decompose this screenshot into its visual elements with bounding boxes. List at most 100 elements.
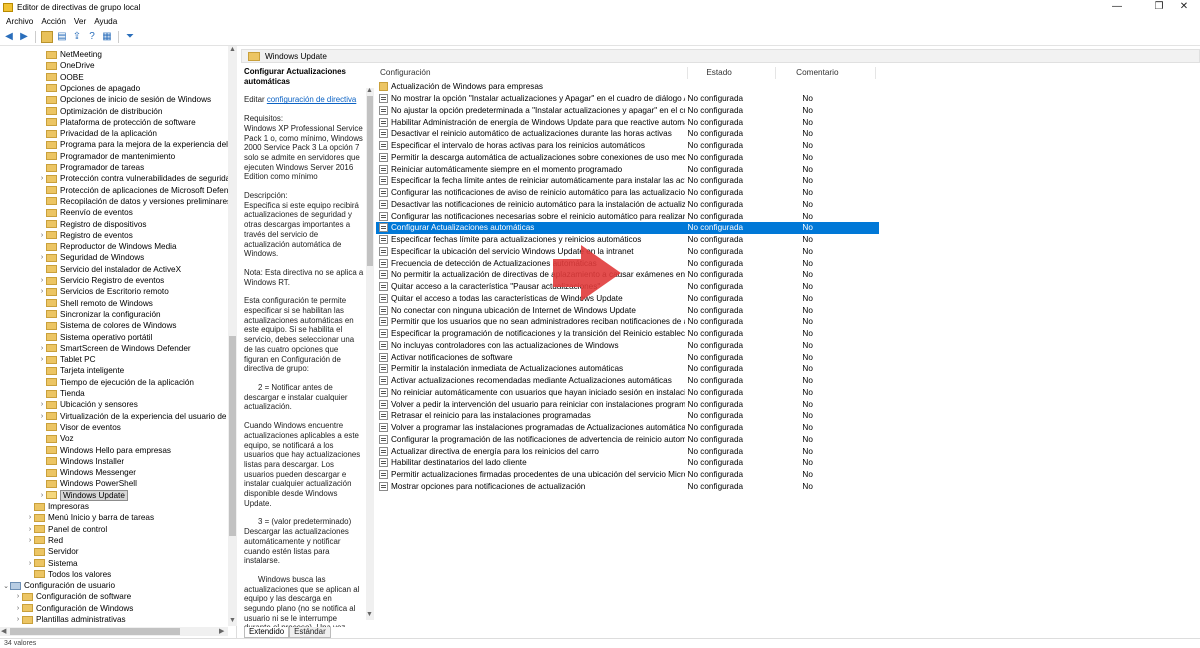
menu-ver[interactable]: Ver [74,17,86,26]
tree-node[interactable]: Shell remoto de Windows [38,298,153,309]
policy-row[interactable]: No reiniciar automáticamente con usuario… [376,387,879,399]
tree-node[interactable]: Servicio del instalador de ActiveX [38,264,181,275]
policy-row[interactable]: Retrasar el reinicio para las instalacio… [376,410,879,422]
tree-node[interactable]: › Servicios de Escritorio remoto [38,286,169,297]
tree-node[interactable]: Reenvío de eventos [38,207,133,218]
tree-node[interactable]: Tarjeta inteligente [38,365,124,376]
tree-node[interactable]: › Windows Update [38,489,128,501]
expand-arrow-icon[interactable]: › [38,345,46,352]
expand-arrow-icon[interactable]: › [14,605,22,612]
filter-icon[interactable]: ⏷ [124,31,136,43]
scroll-right-icon[interactable]: ▶ [219,627,224,635]
expand-arrow-icon[interactable]: › [38,175,46,182]
policy-row[interactable]: Permitir la instalación inmediata de Act… [376,363,879,375]
policy-row[interactable]: Habilitar Administración de energía de W… [376,116,879,128]
tree-node[interactable]: › SmartScreen de Windows Defender [38,343,191,354]
tree-node[interactable]: Plataforma de protección de software [38,117,196,128]
menu-accion[interactable]: Acción [41,17,66,26]
tree-node[interactable]: Registro de dispositivos [38,219,146,230]
expand-arrow-icon[interactable]: › [14,616,22,623]
policy-row[interactable]: Especificar fechas límite para actualiza… [376,234,879,246]
policy-row[interactable]: Volver a pedir la intervención del usuar… [376,398,879,410]
expand-arrow-icon[interactable]: › [38,401,46,408]
policy-row[interactable]: No conectar con ninguna ubicación de Int… [376,304,879,316]
tree-node[interactable]: Programador de mantenimiento [38,151,175,162]
policy-row[interactable]: Quitar el acceso a todas las característ… [376,293,879,305]
scroll-left-icon[interactable]: ◀ [1,627,6,635]
tree-node[interactable]: › Panel de control [26,524,107,535]
policy-row[interactable]: Quitar acceso a la característica "Pausa… [376,281,879,293]
collapse-arrow-icon[interactable]: ⌄ [2,582,10,590]
policy-row[interactable]: Configurar las notificaciones de aviso d… [376,187,879,199]
policy-row[interactable]: No mostrar la opción "Instalar actualiza… [376,93,879,105]
expand-arrow-icon[interactable]: › [26,560,34,567]
policy-row[interactable]: No ajustar la opción predeterminada a "I… [376,105,879,117]
tab-estandar[interactable]: Estándar [289,627,331,638]
tree-node[interactable]: OneDrive [38,60,95,71]
policy-row[interactable]: Permitir la descarga automática de actua… [376,152,879,164]
tree-horizontal-scrollbar[interactable]: ◀ ▶ [0,627,228,636]
policy-row[interactable]: Desactivar el reinicio automático de act… [376,128,879,140]
expand-arrow-icon[interactable]: › [26,514,34,521]
scroll-down-icon[interactable]: ▼ [366,611,373,618]
tree-node[interactable]: › Configuración de software [14,591,131,602]
scroll-up-icon[interactable]: ▲ [366,87,373,94]
tree-node[interactable]: Privacidad de la aplicación [38,128,157,139]
policy-row[interactable]: Activar actualizaciones recomendadas med… [376,375,879,387]
tree-node[interactable]: Windows Messenger [38,467,136,478]
expand-arrow-icon[interactable]: › [38,492,46,499]
scroll-up-icon[interactable]: ▲ [229,46,236,53]
policy-row[interactable]: Permitir actualizaciones firmadas proced… [376,469,879,481]
tree-node[interactable]: Voz [38,433,74,444]
tree-node[interactable]: › Servicio Registro de eventos [38,275,164,286]
tree-node[interactable]: NetMeeting [38,49,102,60]
tree-node[interactable]: › Virtualización de la experiencia del us… [38,411,236,422]
tree-node[interactable]: Sistema de colores de Windows [38,320,177,331]
tree-node[interactable]: Sistema operativo portátil [38,332,152,343]
expand-arrow-icon[interactable]: › [26,526,34,533]
policy-row[interactable]: Configurar Actualizaciones automáticas No… [376,222,879,234]
expand-arrow-icon[interactable]: › [38,288,46,295]
tree-node[interactable]: Windows Hello para empresas [38,445,171,456]
policy-row[interactable]: Actualizar directiva de energía para los… [376,445,879,457]
folder-up-icon[interactable] [41,30,53,43]
expand-arrow-icon[interactable]: › [38,356,46,363]
tree-node[interactable]: › Configuración de Windows [14,603,134,614]
help-icon[interactable]: ? [86,31,98,43]
expand-arrow-icon[interactable]: › [38,254,46,261]
tab-extendido[interactable]: Extendido [244,627,290,638]
tree-node[interactable]: Opciones de inicio de sesión de Windows [38,94,211,105]
tree-node[interactable]: › Red [26,535,63,546]
expand-arrow-icon[interactable]: › [38,413,46,420]
policy-row[interactable]: Activar notificaciones de software No con… [376,351,879,363]
tree-node[interactable]: Programa para la mejora de la experienci… [38,139,236,150]
expand-arrow-icon[interactable]: › [14,593,22,600]
tree-node[interactable]: Opciones de apagado [38,83,140,94]
tree-node[interactable]: Optimización de distribución [38,106,162,117]
policy-row[interactable]: Desactivar las notificaciones de reinici… [376,199,879,211]
expand-arrow-icon[interactable]: › [38,277,46,284]
tree-node[interactable]: Tienda [38,388,85,399]
close-button[interactable]: ✕ [1168,0,1200,14]
policy-row[interactable]: Volver a programar las instalaciones pro… [376,422,879,434]
tree-node[interactable]: Visor de eventos [38,422,121,433]
tree-node[interactable]: › Menú Inicio y barra de tareas [26,512,154,523]
policy-row[interactable]: Habilitar destinatarios del lado cliente… [376,457,879,469]
tree-node[interactable]: Impresoras [26,501,89,512]
tree-node[interactable]: Recopilación de datos y versiones prelim… [38,196,231,207]
column-header-configuracion[interactable]: Configuración [376,67,689,79]
tree-node[interactable]: Servidor [26,546,79,557]
policy-row[interactable]: Especificar la programación de notificac… [376,328,879,340]
policy-row[interactable]: No permitir la actualización de directiv… [376,269,879,281]
policy-row[interactable]: Mostrar opciones para notificaciones de … [376,481,879,493]
tree-node[interactable]: Programador de tareas [38,162,144,173]
minimize-button[interactable]: — [1101,0,1133,14]
export-icon[interactable]: ⇪ [71,31,83,43]
tree-node[interactable]: › Protección contra vulnerabilidades de s… [38,173,236,184]
column-header-estado[interactable]: Estado [688,67,777,79]
show-hide-tree-icon[interactable]: ▤ [56,31,68,43]
policy-row[interactable]: Especificar el intervalo de horas activa… [376,140,879,152]
tree-node[interactable]: Reproductor de Windows Media [38,241,177,252]
expand-arrow-icon[interactable]: › [38,232,46,239]
tree-node[interactable]: Todos los valores [26,569,111,580]
